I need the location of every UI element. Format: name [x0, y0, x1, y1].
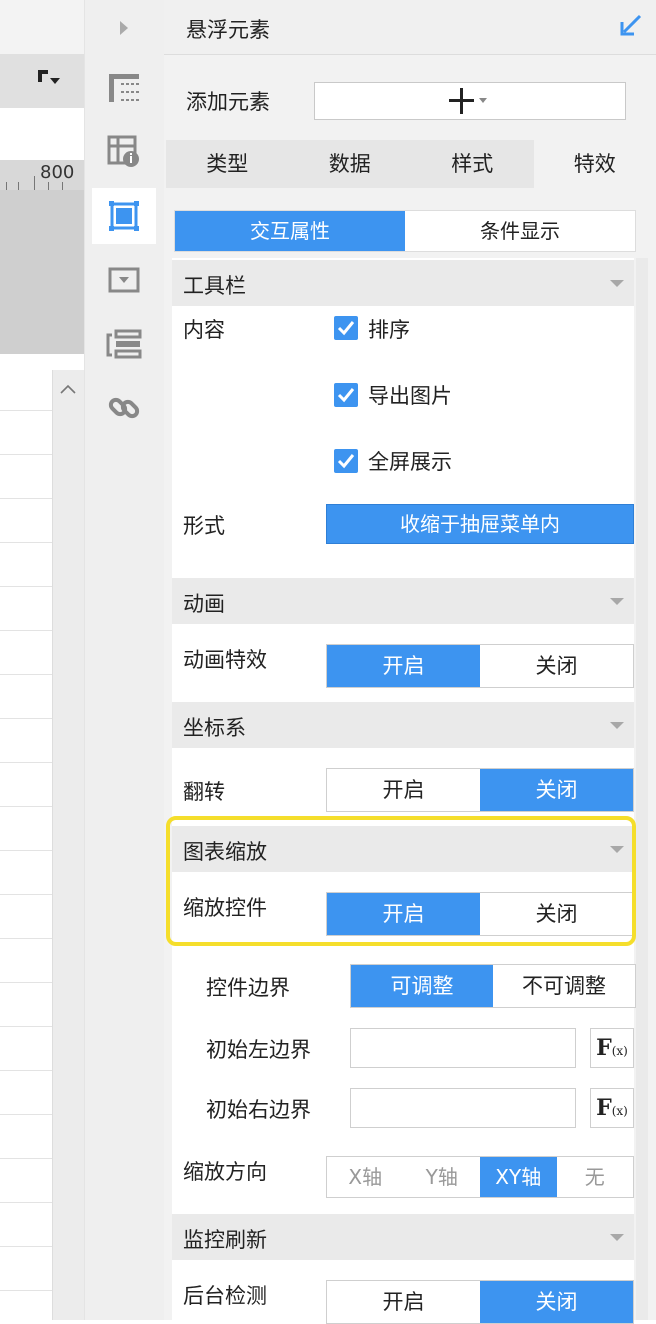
section-title: 动画 [183, 588, 225, 618]
chevron-up-icon[interactable] [58, 380, 78, 400]
flip-on-button[interactable]: 开启 [327, 769, 480, 811]
section-title: 监控刷新 [183, 1224, 267, 1254]
panel-scrollbar[interactable] [636, 258, 648, 1320]
zoom-direction-toggle: X轴 Y轴 XY轴 无 [326, 1156, 634, 1198]
adjustable-button[interactable]: 可调整 [351, 965, 493, 1007]
flip-off-button[interactable]: 关闭 [480, 769, 633, 811]
formula-sub: (x) [612, 1044, 628, 1058]
form-label: 形式 [183, 510, 225, 540]
section-toolbar[interactable]: 工具栏 [172, 260, 634, 306]
format-painter-dropdown-icon[interactable] [36, 68, 64, 92]
hyperlink-icon[interactable] [92, 380, 156, 436]
sort-checkbox-label: 排序 [368, 314, 410, 344]
tab-style[interactable]: 样式 [411, 140, 534, 188]
flip-label: 翻转 [183, 776, 225, 806]
formula-button[interactable]: F(x) [590, 1088, 634, 1128]
non-adjustable-button[interactable]: 不可调整 [493, 965, 635, 1007]
section-title: 坐标系 [183, 712, 246, 742]
zoom-direction-label: 缩放方向 [183, 1156, 267, 1186]
animation-off-button[interactable]: 关闭 [480, 645, 633, 687]
flip-toggle: 开启 关闭 [326, 768, 634, 812]
plus-icon[interactable] [448, 84, 492, 124]
initial-left-label: 初始左边界 [206, 1034, 311, 1064]
formula-button[interactable]: F(x) [590, 1028, 634, 1068]
x-axis-button[interactable]: X轴 [327, 1157, 404, 1197]
collapse-arrow-icon[interactable] [92, 0, 156, 56]
none-button[interactable]: 无 [557, 1157, 634, 1197]
xy-axis-button[interactable]: XY轴 [480, 1157, 557, 1197]
tab-effects[interactable]: 特效 [534, 140, 656, 188]
y-axis-button[interactable]: Y轴 [404, 1157, 481, 1197]
chevron-down-icon[interactable] [610, 1234, 624, 1241]
bg-check-off-button[interactable]: 关闭 [480, 1281, 633, 1323]
sheet-grid[interactable] [0, 370, 52, 1320]
panel-tabs: 类型 数据 样式 特效 [166, 140, 656, 188]
section-monitor-refresh[interactable]: 监控刷新 [172, 1214, 634, 1260]
fullscreen-checkbox-label: 全屏展示 [368, 446, 452, 476]
section-title: 工具栏 [183, 270, 246, 300]
formula-sub: (x) [612, 1104, 628, 1118]
canvas-blank-strip [0, 108, 84, 160]
panel-title: 悬浮元素 [186, 14, 270, 44]
bg-check-on-button[interactable]: 开启 [327, 1281, 480, 1323]
section-animation[interactable]: 动画 [172, 578, 634, 624]
background-check-toggle: 开启 关闭 [326, 1280, 634, 1324]
sheet-scrollbar[interactable] [52, 370, 85, 1320]
initial-left-input[interactable] [350, 1028, 576, 1068]
tab-type[interactable]: 类型 [166, 140, 289, 188]
animation-toggle: 开启 关闭 [326, 644, 634, 688]
section-coordinate[interactable]: 坐标系 [172, 702, 634, 748]
content-label: 内容 [183, 314, 225, 344]
formula-icon: F [596, 1035, 612, 1061]
floating-element-icon[interactable] [92, 188, 156, 244]
subtab-condition[interactable]: 条件显示 [405, 211, 635, 251]
control-border-label: 控件边界 [206, 972, 290, 1002]
tab-data[interactable]: 数据 [289, 140, 412, 188]
control-border-toggle: 可调整 不可调整 [350, 964, 636, 1008]
formula-icon: F [596, 1095, 612, 1121]
animation-on-button[interactable]: 开启 [327, 645, 480, 687]
subtab-interaction[interactable]: 交互属性 [175, 211, 405, 251]
export-image-checkbox[interactable] [334, 383, 358, 407]
cell-properties-icon[interactable] [92, 124, 156, 180]
form-select[interactable]: 收缩于抽屉菜单内 [326, 504, 634, 544]
add-element-label: 添加元素 [186, 86, 270, 116]
canvas-gray-area [0, 190, 84, 354]
chevron-down-icon[interactable] [610, 598, 624, 605]
chevron-down-icon[interactable] [610, 722, 624, 729]
export-image-checkbox-label: 导出图片 [368, 380, 452, 410]
initial-right-input[interactable] [350, 1088, 576, 1128]
initial-right-label: 初始右边界 [206, 1094, 311, 1124]
ruler-label: 800 [40, 162, 74, 183]
fullscreen-checkbox[interactable] [334, 449, 358, 473]
chevron-down-icon[interactable] [610, 280, 624, 287]
canvas-top-bar [0, 0, 84, 54]
background-check-label: 后台检测 [183, 1280, 267, 1310]
highlight-box [166, 816, 636, 946]
effects-subtabs: 交互属性 条件显示 [174, 210, 636, 252]
sort-checkbox[interactable] [334, 316, 358, 340]
component-list-icon[interactable] [92, 316, 156, 372]
report-layout-icon[interactable] [92, 60, 156, 116]
arrow-collapse-icon[interactable] [618, 12, 646, 40]
widget-icon[interactable] [92, 252, 156, 308]
animation-effect-label: 动画特效 [183, 644, 267, 674]
